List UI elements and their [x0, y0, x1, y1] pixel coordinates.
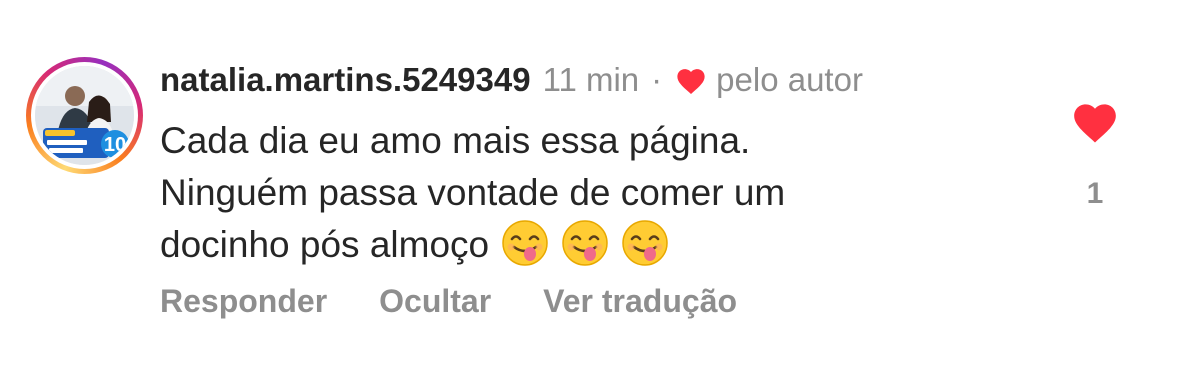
comment-body: Cada dia eu amo mais essa página. Ningué… [160, 115, 1020, 271]
face-savoring-food-emoji [562, 220, 608, 266]
avatar-story-ring[interactable]: 10 [26, 57, 143, 174]
like-heart-icon[interactable] [1070, 98, 1120, 149]
like-column: 1 [1068, 98, 1122, 211]
separator-dot: · [651, 61, 663, 98]
hide-button[interactable]: Ocultar [379, 283, 491, 320]
comment-time: 11 min [542, 61, 640, 98]
heart-icon [674, 65, 708, 95]
face-savoring-food-emoji [502, 220, 548, 266]
avatar-photo: 10 [35, 66, 134, 165]
comment-actions: Responder Ocultar Ver tradução [160, 283, 737, 320]
comment-line-2: Ninguém passa vontade de comer um [160, 172, 786, 213]
comment-header: natalia.martins.5249349 11 min · pelo au… [160, 58, 863, 102]
comment-line-1: Cada dia eu amo mais essa página. [160, 120, 751, 161]
reply-button[interactable]: Responder [160, 283, 327, 320]
comment: 10 natalia.martins.5249349 11 min · pelo… [0, 0, 1179, 383]
emoji-group [501, 219, 669, 267]
comment-line-3: docinho pós almoço [160, 219, 1020, 271]
avatar-badge-number: 10 [104, 134, 126, 156]
username[interactable]: natalia.martins.5249349 [160, 61, 531, 99]
face-savoring-food-emoji [622, 220, 668, 266]
avatar[interactable]: 10 [35, 66, 134, 165]
comment-line-3-text: docinho pós almoço [160, 224, 490, 265]
like-count[interactable]: 1 [1087, 177, 1104, 211]
liked-by-author-label: pelo autor [716, 61, 863, 98]
translate-button[interactable]: Ver tradução [543, 283, 737, 320]
